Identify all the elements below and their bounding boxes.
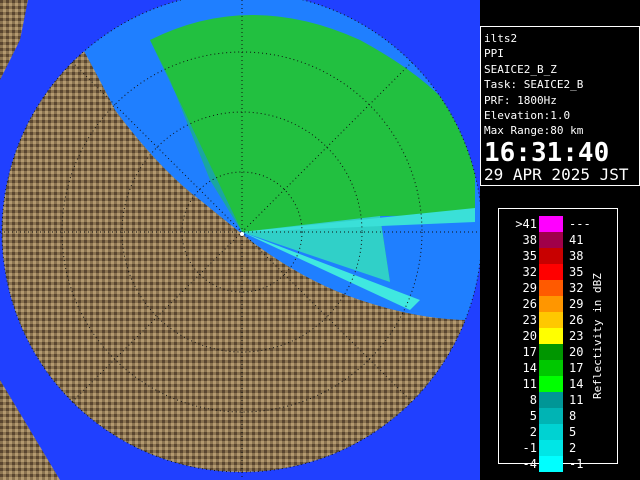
legend-low-value: -1	[522, 441, 537, 455]
legend-low-value: 5	[529, 409, 537, 423]
legend-high-value: 35	[569, 265, 584, 279]
legend-swatch	[539, 360, 563, 376]
legend-row: -1 2	[499, 440, 619, 456]
legend-swatch	[539, 296, 563, 312]
reflectivity-legend: >41 --- 38 41 35 38 32 35 29 32 26 29 23 26 20 23 17 20 14…	[498, 208, 619, 472]
legend-low-value: 8	[529, 393, 537, 407]
legend-low-value: 32	[522, 265, 537, 279]
legend-high-value: 38	[569, 249, 584, 263]
legend-row: 35 38	[499, 248, 619, 264]
legend-low-value: 23	[522, 313, 537, 327]
legend-high-value: 8	[569, 409, 577, 423]
legend-row: 38 41	[499, 232, 619, 248]
legend-low-value: 11	[522, 377, 537, 391]
legend-low-value: 2	[529, 425, 537, 439]
legend-swatch	[539, 456, 563, 472]
legend-swatch	[539, 232, 563, 248]
radar-ppi-view	[0, 0, 480, 480]
legend-row: >41 ---	[499, 216, 619, 232]
legend-high-value: 32	[569, 281, 584, 295]
legend-swatch	[539, 312, 563, 328]
legend-high-value: 14	[569, 377, 584, 391]
radar-site-marker	[240, 232, 244, 236]
max-range-value: Max Range:80 km	[484, 124, 584, 138]
prf-value: PRF: 1800Hz	[484, 93, 557, 107]
legend-swatch	[539, 216, 563, 232]
product-name: SEAICE2_B_Z	[484, 62, 557, 76]
legend-row: 25	[499, 424, 619, 440]
legend-swatch	[539, 344, 563, 360]
info-panel: ilts2 PPI SEAICE2_B_Z Task: SEAICE2_B PR…	[480, 26, 640, 186]
legend-swatch	[539, 424, 563, 440]
legend-row: 58	[499, 408, 619, 424]
legend-title: Reflectivity in dBZ	[591, 273, 604, 399]
elevation-value: Elevation:1.0	[484, 109, 571, 123]
legend-high-value: 26	[569, 313, 584, 327]
legend-high-value: 29	[569, 297, 584, 311]
legend-row: -4 -1	[499, 456, 619, 472]
legend-low-value: 29	[522, 281, 537, 295]
legend-high-value: -1	[569, 457, 584, 471]
legend-low-value: 35	[522, 249, 537, 263]
legend-low-value: 20	[522, 329, 537, 343]
scan-time: 16:31:40	[484, 137, 610, 168]
legend-low-value: 38	[522, 233, 537, 247]
legend-low-value: >41	[515, 217, 537, 231]
legend-swatch	[539, 392, 563, 408]
legend-high-value: 41	[569, 233, 584, 247]
legend-high-value: 17	[569, 361, 584, 375]
legend-high-value: ---	[569, 217, 591, 231]
legend-swatch	[539, 376, 563, 392]
task-name: Task: SEAICE2_B	[484, 78, 584, 92]
legend-low-value: 14	[522, 361, 537, 375]
legend-swatch	[539, 440, 563, 456]
legend-swatch	[539, 408, 563, 424]
legend-high-value: 5	[569, 425, 577, 439]
legend-low-value: 17	[522, 345, 537, 359]
legend-swatch	[539, 248, 563, 264]
legend-high-value: 11	[569, 393, 584, 407]
radar-name: ilts2	[484, 32, 518, 45]
scan-type: PPI	[484, 47, 504, 61]
legend-low-value: 26	[522, 297, 537, 311]
legend-swatch	[539, 264, 563, 280]
legend-high-value: 20	[569, 345, 584, 359]
legend-swatch	[539, 280, 563, 296]
scan-date: 29 APR 2025 JST	[484, 164, 629, 184]
legend-high-value: 2	[569, 441, 577, 455]
legend-swatch	[539, 328, 563, 344]
legend-low-value: -4	[522, 457, 537, 471]
legend-high-value: 23	[569, 329, 584, 343]
